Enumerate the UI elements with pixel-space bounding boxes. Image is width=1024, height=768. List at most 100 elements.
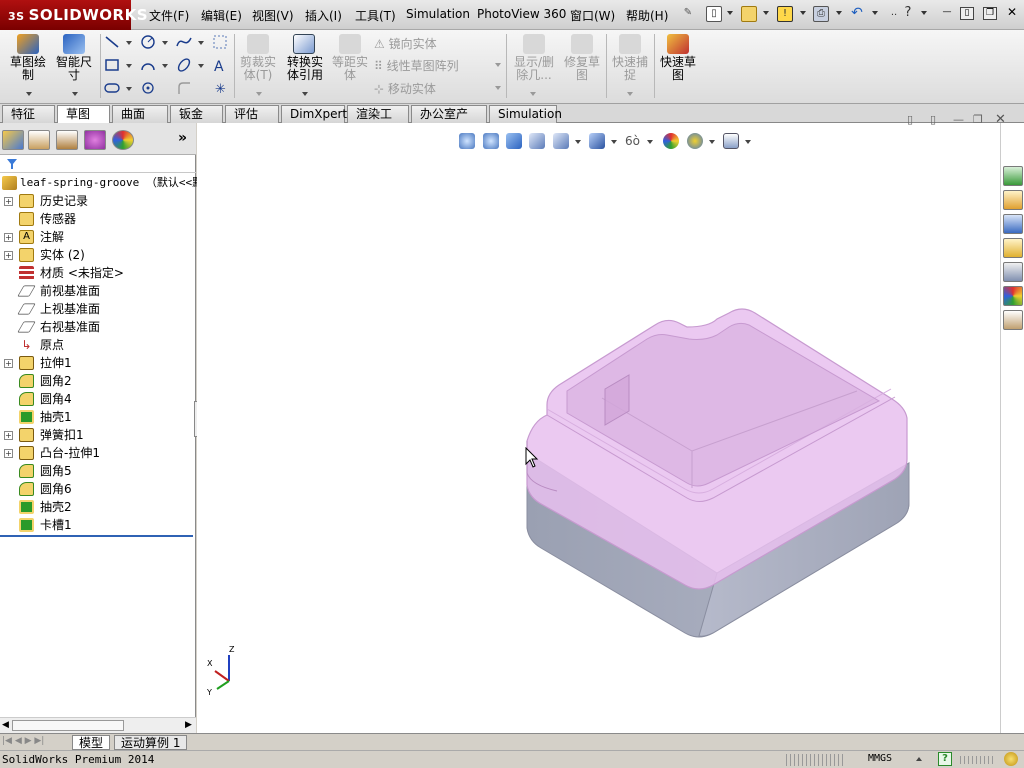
print-dropdown-icon[interactable] [836,11,842,15]
3d-model-box[interactable] [517,303,917,648]
tab-simulation[interactable]: Simulation [489,105,562,123]
smart-dimension-dropdown-icon[interactable] [72,92,78,96]
convert-dropdown-icon[interactable] [302,92,308,96]
line-dropdown-icon[interactable] [126,41,132,45]
tree-item-sensors[interactable]: 传感器 [0,210,196,228]
edit-appearance-icon[interactable] [663,133,679,149]
minimize-icon[interactable]: — [940,7,954,20]
hide-show-items-icon[interactable]: 6ò [625,133,641,149]
new-document-icon[interactable]: ▯ [706,6,722,22]
units-indicator[interactable]: MMGS [868,753,892,764]
view-settings-icon[interactable] [723,133,739,149]
previous-view-icon[interactable] [506,133,522,149]
pin-icon[interactable]: ✎ [680,6,696,22]
menu-tools[interactable]: 工具(T) [355,7,396,24]
tab-office-products[interactable]: 办公室产品 [411,105,487,138]
spline-icon[interactable] [176,34,192,50]
tree-item-material[interactable]: 材质 <未指定> [0,264,196,282]
dimxpert-manager-tab-icon[interactable] [84,130,106,150]
tile-windows-icon[interactable]: ▯ [960,7,974,20]
display-style-icon[interactable] [589,133,605,149]
undo-dropdown-icon[interactable] [872,11,878,15]
scroll-right-icon[interactable]: ▶ [185,720,192,730]
tree-item-fillet4[interactable]: 圆角4 [0,390,196,408]
solidworks-logo[interactable]: 3S SOLIDWORKS [0,0,147,30]
tree-item-snap-groove1[interactable]: 卡槽1 [0,516,196,534]
move-entities-button[interactable]: ⊹ 移动实体 [374,80,436,97]
panel-horizontal-scrollbar[interactable]: ◀ ▶ [0,717,196,733]
viewport-minimize-icon[interactable]: — [953,113,964,126]
menu-simulation[interactable]: Simulation [406,7,470,21]
open-dropdown-icon[interactable] [763,11,769,15]
menu-help[interactable]: 帮助(H) [626,7,668,24]
tree-item-extrude1[interactable]: + 拉伸1 [0,354,196,372]
sketch-dropdown-icon[interactable] [26,92,32,96]
expand-icon[interactable]: + [4,359,13,368]
arc-dropdown-icon[interactable] [162,64,168,68]
slot-dropdown-icon[interactable] [126,87,132,91]
display-manager-tab-icon[interactable] [112,130,134,150]
trim-entities-button[interactable]: 剪裁实体(T) [238,34,278,82]
plane-icon[interactable]: ✳ [212,80,228,96]
text-icon[interactable]: A [212,57,228,73]
linear-pattern-button[interactable]: ⠿ 线性草图阵列 [374,57,459,74]
repair-sketch-button[interactable]: 修复草图 [562,34,602,82]
point-icon[interactable] [140,80,156,96]
new-dropdown-icon[interactable] [727,11,733,15]
spline-dropdown-icon[interactable] [198,41,204,45]
close-icon[interactable]: ✕ [1005,6,1019,20]
expand-icon[interactable]: + [4,233,13,242]
offset-entities-button[interactable]: 等距实体 [330,34,370,82]
tab-features[interactable]: 特征 [2,105,55,123]
tree-filter[interactable] [0,155,196,173]
view-settings-dropdown-icon[interactable] [745,140,751,144]
display-style-dropdown-icon[interactable] [611,140,617,144]
rebuild-status-icon[interactable] [1004,752,1018,766]
tree-item-shell1[interactable]: 抽壳1 [0,408,196,426]
move-dropdown-icon[interactable] [495,86,501,90]
file-explorer-icon[interactable] [1003,238,1023,258]
graphics-viewport[interactable]: 6ò ▯ ▯ — ❐ ✕ Z X Y [197,112,1006,733]
tab-sketch[interactable]: 草图 [57,105,110,123]
tree-item-right-plane[interactable]: 右视基准面 [0,318,196,336]
ellipse-icon[interactable] [176,57,192,73]
menu-file[interactable]: 文件(F) [149,7,189,24]
design-library-icon[interactable] [1003,214,1023,234]
apply-scene-icon[interactable] [687,133,703,149]
view-orientation-dropdown-icon[interactable] [575,140,581,144]
expand-icon[interactable]: + [4,431,13,440]
tree-item-annotations[interactable]: + A 注解 [0,228,196,246]
quick-snaps-dropdown-icon[interactable] [627,92,633,96]
tree-item-fillet5[interactable]: 圆角5 [0,462,196,480]
tab-dimxpert[interactable]: DimXpert [281,105,347,123]
menu-photoview[interactable]: PhotoView 360 [477,7,566,21]
scroll-left-icon[interactable]: ◀ [2,720,9,730]
rollback-bar[interactable] [0,535,193,537]
tree-item-history[interactable]: + 历史记录 [0,192,196,210]
tree-item-fillet2[interactable]: 圆角2 [0,372,196,390]
tree-item-spring-clip1[interactable]: + 弹簧扣1 [0,426,196,444]
menu-view[interactable]: 视图(V) [252,7,294,24]
tree-root-part[interactable]: leaf-spring-groove （默认<<默 [0,174,203,192]
viewport-tile2-icon[interactable]: ▯ [930,113,936,126]
mirror-entities-button[interactable]: ⚠ 镜向实体 [374,35,437,52]
linear-pattern-dropdown-icon[interactable] [495,63,501,67]
tab-motion-study[interactable]: 运动算例 1 [114,735,188,750]
expand-icon[interactable]: + [4,197,13,206]
convert-entities-button[interactable]: 转换实体引用 [284,34,324,82]
filter-icon[interactable] [6,158,18,170]
menu-insert[interactable]: 插入(I) [305,7,342,24]
tree-item-shell2[interactable]: 抽壳2 [0,498,196,516]
rapid-sketch-button[interactable]: 快速草图 [658,34,698,82]
configuration-manager-tab-icon[interactable] [56,130,78,150]
rebuild-dropdown-icon[interactable] [800,11,806,15]
expand-icon[interactable]: + [4,449,13,458]
circle-dropdown-icon[interactable] [162,41,168,45]
circle-icon[interactable] [140,34,156,50]
custom-properties-icon[interactable] [1003,310,1023,330]
menu-window[interactable]: 窗口(W) [570,7,615,24]
help-dropdown-icon[interactable] [921,11,927,15]
arc-icon[interactable] [140,57,156,73]
view-palette-icon[interactable] [1003,262,1023,282]
tree-item-front-plane[interactable]: 前视基准面 [0,282,196,300]
